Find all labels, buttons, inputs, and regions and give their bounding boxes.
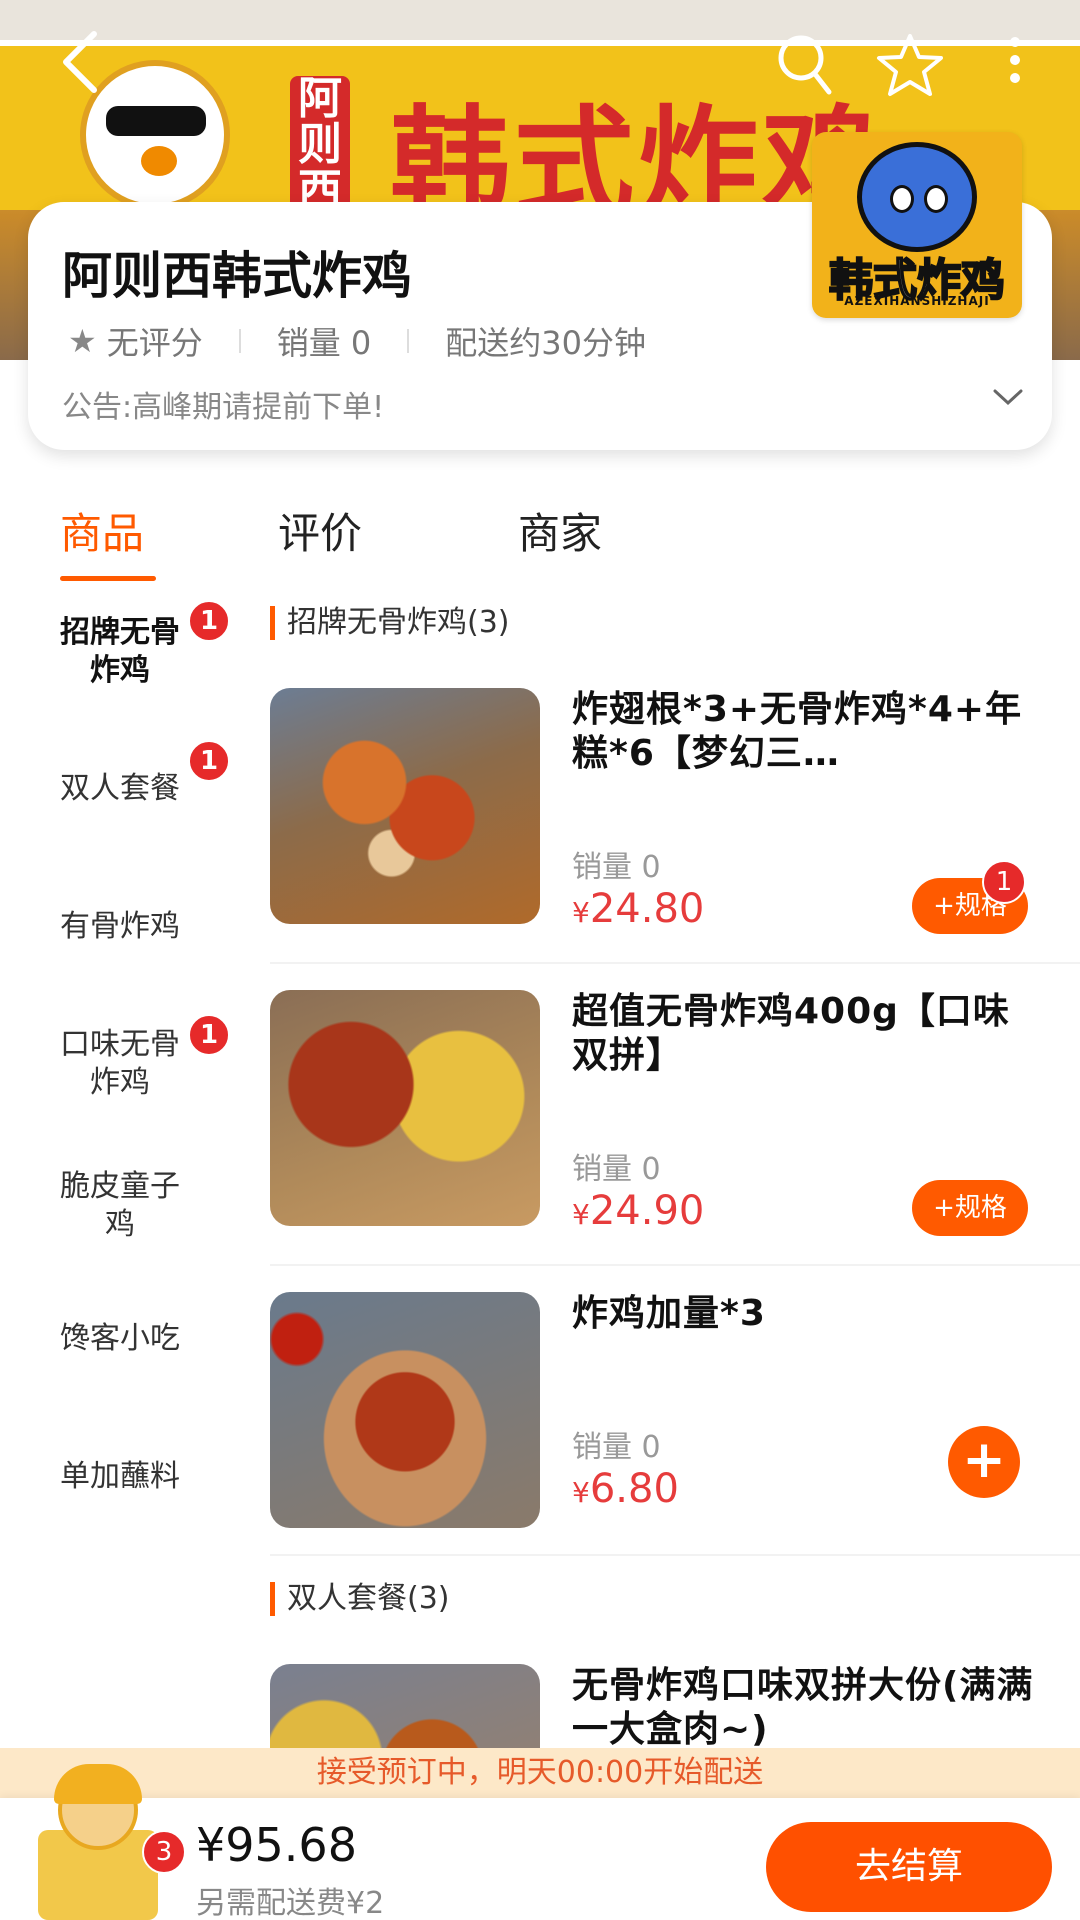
product-sales: 销量 0 — [572, 1152, 661, 1187]
product-card[interactable]: 无骨炸鸡口味双拼大份(满满一大盒肉~) — [270, 1664, 1080, 1748]
shop-notice[interactable]: 公告:高峰期请提前下单! — [62, 382, 384, 426]
product-card[interactable]: 炸翅根*3+无骨炸鸡*4+年糕*6【梦幻三… 销量 0 ¥24.80 +规格 1 — [270, 688, 1080, 968]
star-icon: ★ — [68, 322, 97, 360]
category-badge: 1 — [188, 600, 230, 642]
checkout-button[interactable]: 去结算 — [766, 1822, 1052, 1912]
shop-name: 阿则西韩式炸鸡 — [62, 247, 412, 305]
product-title: 超值无骨炸鸡400g【口味双拼】 — [572, 991, 1010, 1076]
category-badge: 1 — [188, 1014, 230, 1056]
section-title: 双人套餐(3) — [270, 1582, 450, 1616]
divider — [407, 329, 410, 353]
top-navigation — [0, 30, 1080, 120]
product-image[interactable] — [270, 1292, 540, 1528]
product-title: 炸鸡加量*3 — [572, 1293, 766, 1334]
shop-logo: 韩式炸鸡 AZEXIHANSHIZHAJI — [812, 132, 1022, 318]
product-price: ¥6.80 — [572, 1466, 679, 1512]
delivery-fee: 另需配送费¥2 — [196, 1886, 385, 1920]
shop-sales: 销量 0 — [276, 324, 372, 362]
divider — [238, 329, 241, 353]
star-outline-icon[interactable] — [870, 30, 950, 110]
category-item[interactable]: 单加蘸料 — [0, 1458, 240, 1496]
tab-active-indicator — [60, 576, 156, 581]
cart-count-badge: 3 — [142, 1830, 186, 1874]
tab-merchant[interactable]: 商家 — [518, 500, 602, 561]
add-to-cart-button[interactable]: + — [948, 1426, 1020, 1498]
tab-products[interactable]: 商品 — [60, 500, 144, 561]
shop-meta: ★ 无评分 销量 0 配送约30分钟 — [68, 318, 646, 364]
shop-rating: 无评分 — [106, 324, 203, 362]
product-price: ¥24.90 — [572, 1188, 705, 1234]
product-price: ¥24.80 — [572, 886, 705, 932]
divider — [270, 962, 1080, 964]
more-vertical-icon[interactable] — [995, 30, 1035, 110]
product-sales: 销量 0 — [572, 1430, 661, 1465]
product-image[interactable] — [270, 990, 540, 1226]
back-arrow-icon[interactable] — [50, 30, 110, 110]
divider — [270, 1264, 1080, 1266]
product-title: 无骨炸鸡口味双拼大份(满满一大盒肉~) — [572, 1665, 1034, 1748]
shop-logo-subtext: AZEXIHANSHIZHAJI — [844, 294, 990, 308]
tab-reviews[interactable]: 评价 — [278, 500, 362, 561]
product-sales: 销量 0 — [572, 850, 661, 885]
product-title: 炸翅根*3+无骨炸鸡*4+年糕*6【梦幻三… — [572, 689, 1023, 774]
category-item[interactable]: 有骨炸鸡 — [0, 908, 240, 946]
shop-delivery-time: 配送约30分钟 — [445, 324, 646, 362]
chevron-down-icon[interactable] — [992, 380, 1024, 415]
product-card[interactable]: 炸鸡加量*3 销量 0 ¥6.80 + — [270, 1292, 1080, 1562]
product-image[interactable] — [270, 688, 540, 924]
cart-total: ¥95.68 — [196, 1818, 357, 1872]
section-title: 招牌无骨炸鸡(3) — [270, 606, 510, 640]
shop-tabs: 商品 评价 商家 — [0, 500, 1080, 581]
select-spec-button[interactable]: +规格 — [912, 1180, 1028, 1236]
category-item[interactable]: 脆皮童子 鸡 — [0, 1168, 240, 1244]
divider — [270, 1554, 1080, 1556]
product-card[interactable]: 超值无骨炸鸡400g【口味双拼】 销量 0 ¥24.90 +规格 — [270, 990, 1080, 1270]
search-icon[interactable] — [770, 30, 840, 110]
category-badge: 1 — [188, 740, 230, 782]
cart-quantity-badge: 1 — [982, 860, 1026, 904]
category-item[interactable]: 馋客小吃 — [0, 1320, 240, 1358]
product-image[interactable] — [270, 1664, 540, 1748]
